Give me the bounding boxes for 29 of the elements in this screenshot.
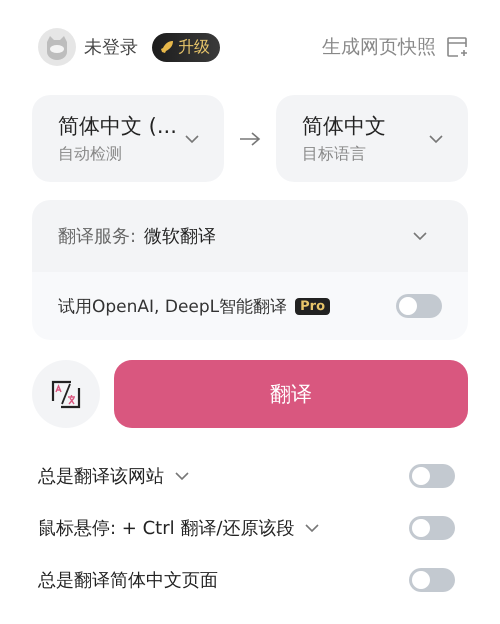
option-label: 总是翻译简体中文页面	[38, 569, 218, 592]
chevron-down-icon[interactable]	[304, 523, 320, 533]
service-selector[interactable]: 翻译服务: 微软翻译	[32, 200, 468, 272]
toggle-switch[interactable]	[409, 568, 455, 592]
login-status[interactable]: 未登录	[84, 35, 138, 59]
toggle-switch[interactable]	[409, 516, 455, 540]
pro-badge: Pro	[295, 298, 330, 314]
language-name: 简体中文	[302, 113, 386, 140]
option-label: 总是翻译该网站	[38, 465, 164, 488]
translate-button[interactable]: 翻译	[114, 360, 468, 428]
chevron-down-icon[interactable]	[428, 134, 444, 144]
window-plus-icon	[446, 36, 468, 58]
arrow-right-icon	[238, 130, 262, 146]
option-label: 鼠标悬停: + Ctrl 翻译/还原该段	[38, 517, 294, 540]
snapshot-button[interactable]: 生成网页快照	[322, 34, 468, 60]
service-value: 微软翻译	[144, 226, 216, 247]
upgrade-button[interactable]: 升级	[152, 32, 220, 62]
language-selector[interactable]: 简体中文 (... 自动检测	[32, 95, 224, 182]
service-label: 翻译服务:	[58, 226, 136, 247]
language-name: 简体中文 (...	[58, 113, 177, 140]
toggle-switch[interactable]	[396, 294, 442, 318]
toggle-switch[interactable]	[409, 464, 455, 488]
language-selector[interactable]: 简体中文 目标语言	[276, 95, 468, 182]
trial-label: 试用OpenAI, DeepL智能翻译	[58, 296, 288, 318]
chevron-down-icon[interactable]	[174, 471, 190, 481]
language-caption: 自动检测	[58, 144, 123, 165]
chevron-down-icon[interactable]	[412, 231, 428, 241]
chevron-down-icon[interactable]	[184, 134, 200, 144]
language-caption: 目标语言	[302, 144, 367, 165]
